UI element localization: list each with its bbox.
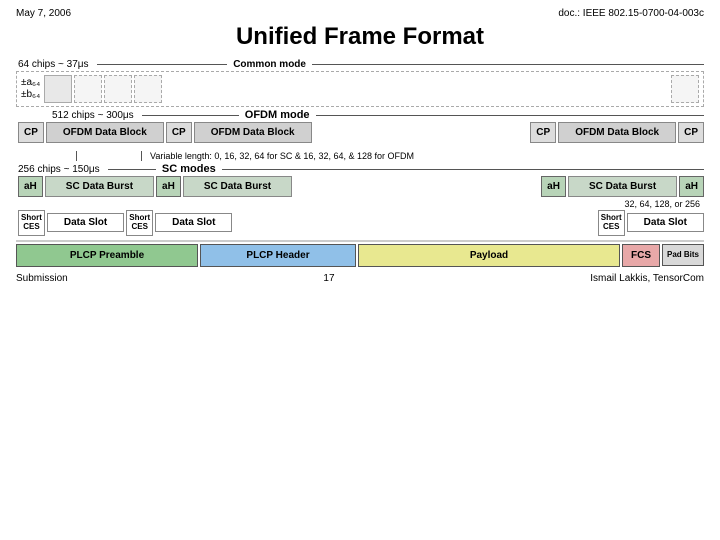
pm-block-3 bbox=[104, 75, 132, 103]
plcp-pad: Pad Bits bbox=[662, 244, 704, 266]
variable-length-note: Variable length: 0, 16, 32, 64 for SC & … bbox=[150, 151, 414, 161]
ofdm-row: CP OFDM Data Block CP OFDM Data Block CP… bbox=[18, 122, 704, 143]
ofdm-mode-label: OFDM mode bbox=[245, 109, 310, 121]
sc-ah-2: aH bbox=[156, 176, 181, 197]
ofdm-data-1: OFDM Data Block bbox=[46, 122, 164, 143]
footer-row: Submission 17 Ismail Lakkis, TensorCom bbox=[16, 273, 704, 284]
sc-ah-1: aH bbox=[18, 176, 43, 197]
ofdm-cp-1: CP bbox=[18, 122, 44, 143]
ofdm-cp-3: CP bbox=[530, 122, 556, 143]
submission-label: Submission bbox=[16, 273, 68, 284]
sc-row: aH SC Data Burst aH SC Data Burst aH SC … bbox=[18, 176, 704, 197]
data-slot-2: Data Slot bbox=[155, 213, 232, 232]
sc-data-2: SC Data Burst bbox=[183, 176, 292, 197]
page-number: 17 bbox=[323, 273, 334, 284]
short-ces-3: Short CES bbox=[598, 210, 625, 236]
pm-block-right bbox=[671, 75, 699, 103]
ofdm-data-2: OFDM Data Block bbox=[194, 122, 312, 143]
short-ces-1: Short CES bbox=[18, 210, 45, 236]
sc-modes-label: SC modes bbox=[162, 163, 216, 175]
sc-data-3: SC Data Burst bbox=[568, 176, 677, 197]
sc-ah-4: aH bbox=[679, 176, 704, 197]
pm-block-4 bbox=[134, 75, 162, 103]
doc-ref: doc.: IEEE 802.15-0700-04-003c bbox=[558, 8, 704, 19]
chip-counts: 32, 64, 128, or 256 bbox=[624, 199, 700, 209]
sc-ah-3: aH bbox=[541, 176, 566, 197]
sc-data-1: SC Data Burst bbox=[45, 176, 154, 197]
data-slot-row: Short CES Data Slot Short CES Data Slot … bbox=[18, 210, 704, 236]
common-mode-label: Common mode bbox=[233, 59, 306, 70]
ofdm-cp-2: CP bbox=[166, 122, 192, 143]
plcp-fcs: FCS bbox=[622, 244, 660, 267]
date: May 7, 2006 bbox=[16, 8, 71, 19]
author: Ismail Lakkis, TensorCom bbox=[590, 273, 704, 284]
pm-block-1 bbox=[44, 75, 72, 103]
plcp-payload: Payload bbox=[358, 244, 620, 267]
pm-block-2 bbox=[74, 75, 102, 103]
data-slot-3: Data Slot bbox=[627, 213, 704, 232]
page-title: Unified Frame Format bbox=[16, 23, 704, 51]
chips-512-label: 512 chips ~ 300μs bbox=[52, 110, 134, 121]
plcp-row: PLCP Preamble PLCP Header Payload FCS Pa… bbox=[16, 244, 704, 267]
plcp-preamble: PLCP Preamble bbox=[16, 244, 198, 267]
pm-a64: ±a₆₄ bbox=[21, 77, 40, 89]
plcp-header: PLCP Header bbox=[200, 244, 356, 267]
page: May 7, 2006 doc.: IEEE 802.15-0700-04-00… bbox=[0, 0, 720, 540]
data-slot-1: Data Slot bbox=[47, 213, 124, 232]
chips-256-label: 256 chips ~ 150μs bbox=[18, 164, 100, 175]
ofdm-cp-4: CP bbox=[678, 122, 704, 143]
pm-b64: ±b₆₄ bbox=[21, 89, 40, 101]
chips-64-label: 64 chips ~ 37μs bbox=[18, 59, 89, 70]
ofdm-data-3: OFDM Data Block bbox=[558, 122, 676, 143]
short-ces-2: Short CES bbox=[126, 210, 153, 236]
header-row: May 7, 2006 doc.: IEEE 802.15-0700-04-00… bbox=[16, 8, 704, 19]
